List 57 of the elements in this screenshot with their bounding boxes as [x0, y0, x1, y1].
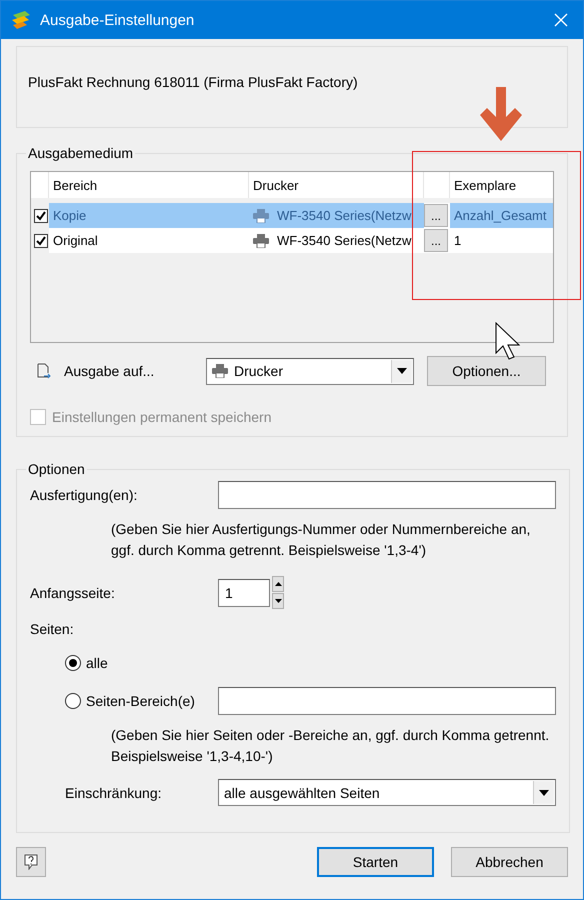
options-button[interactable]: Optionen...: [427, 356, 546, 386]
document-arrow-icon: [36, 363, 52, 379]
close-icon: [554, 13, 568, 27]
hint-text: (Geben Sie hier Ausfertigungs-Nummer oder Nummernbereiche an, ggf. durch Komma getrennt. Beispielsweise '1,3-4'): [111, 520, 532, 560]
column-header[interactable]: Bereich: [49, 172, 249, 198]
section-label: Seiten:: [30, 621, 75, 637]
ellipsis-button[interactable]: ...: [424, 229, 448, 252]
help-icon: [24, 854, 38, 870]
down-arrow-annotation: [480, 87, 522, 141]
radio-button[interactable]: [65, 693, 81, 709]
dropdown-button[interactable]: [391, 360, 412, 382]
table-cell: WF-3540 Series(Netzw: [277, 208, 412, 223]
printer-icon: [212, 364, 228, 378]
ellipsis-button[interactable]: ...: [424, 204, 448, 227]
input-field[interactable]: [218, 687, 556, 715]
table-cell-text: Anzahl_Gesamt: [453, 207, 548, 225]
table-cell-text: Original: [52, 232, 99, 250]
input-field[interactable]: [218, 481, 556, 509]
field-label: Einschränkung:: [64, 784, 163, 800]
checkbox[interactable]: [34, 234, 48, 248]
printer-icon: [253, 208, 269, 222]
down-arrow-icon: [274, 599, 282, 603]
field-label: Ausfertigung(en):: [30, 487, 138, 503]
table-row[interactable]: Original WF-3540 Series(Netzw ... 1: [31, 228, 553, 253]
output-dropdown[interactable]: Drucker: [206, 358, 414, 384]
checkbox-label: Einstellungen permanent speichern: [52, 409, 272, 425]
group-title: Ausgabemedium: [27, 145, 134, 161]
column-header[interactable]: Exemplare: [450, 172, 553, 198]
column-header[interactable]: Drucker: [249, 172, 424, 198]
restriction-dropdown[interactable]: alle ausgewählten Seiten: [218, 779, 556, 806]
dialog-button[interactable]: Starten: [317, 847, 434, 877]
dialog-button[interactable]: Abbrechen: [451, 847, 568, 877]
help-button[interactable]: [16, 847, 46, 877]
table-cell-text: 1: [453, 232, 462, 250]
dropdown-button[interactable]: [533, 781, 554, 804]
radio-label: Seiten-Bereich(e): [86, 693, 195, 709]
caret-icon: [539, 790, 549, 796]
cursor-icon: [495, 322, 521, 360]
hint-text: (Geben Sie hier Seiten oder -Bereiche an, ggf. durch Komma getrennt. Beispielsweise '1,3-4,10-'): [111, 726, 550, 766]
caret-icon: [397, 368, 407, 374]
spin-up-button[interactable]: [272, 576, 284, 592]
checkbox[interactable]: [34, 208, 48, 222]
field-label: Anfangsseite:: [30, 584, 116, 600]
table-cell-text: Kopie: [52, 207, 88, 225]
up-arrow-icon: [274, 582, 282, 586]
printer-icon: [253, 234, 269, 248]
group-title: Optionen: [27, 461, 86, 477]
table-cell: WF-3540 Series(Netzw: [277, 233, 412, 248]
document-title: PlusFakt Rechnung 618011 (Firma PlusFakt Factory): [28, 74, 358, 90]
output-label: Ausgabe auf...: [64, 363, 156, 379]
window-title: Ausgabe-Einstellungen: [40, 12, 196, 28]
spin-down-button[interactable]: [272, 593, 284, 609]
table-row[interactable]: Kopie WF-3540 Series(Netzw ... Anzahl_Gesamt: [31, 203, 553, 228]
app-icon: [11, 11, 31, 29]
radio-label: alle: [86, 655, 108, 671]
radio-button[interactable]: [65, 655, 81, 671]
number-field[interactable]: 1: [218, 578, 270, 606]
